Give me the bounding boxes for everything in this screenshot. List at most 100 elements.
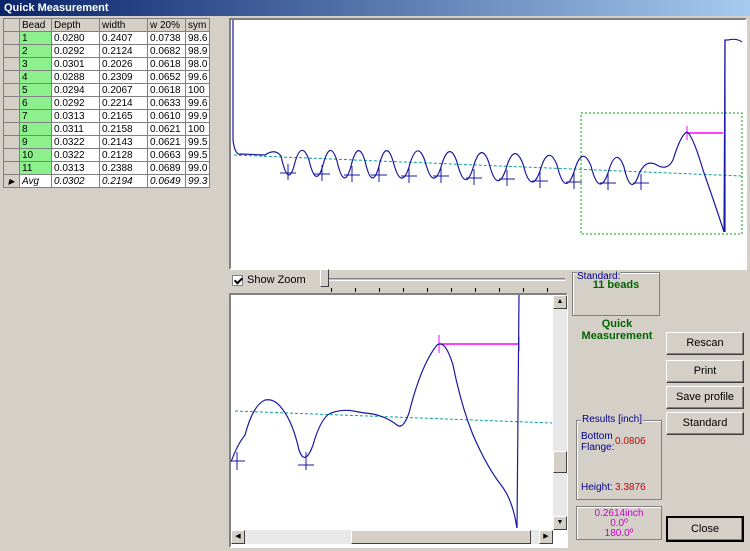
cell-sym[interactable]: 99.5	[185, 135, 210, 149]
cell-depth[interactable]: 0.0313	[51, 109, 100, 123]
cell-bead[interactable]: 11	[19, 161, 52, 175]
cell-bead[interactable]: 10	[19, 148, 52, 162]
row-selector[interactable]	[3, 57, 20, 71]
col-header-width[interactable]: width	[99, 18, 148, 32]
table-row[interactable]: 4 0.0288 0.2309 0.0652 99.6	[3, 70, 210, 84]
row-selector[interactable]	[3, 135, 20, 149]
cell-w20[interactable]: 0.0663	[147, 148, 186, 162]
close-button[interactable]: Close	[666, 516, 744, 542]
cell-w20[interactable]: 0.0633	[147, 96, 186, 110]
cell-sym[interactable]: 100	[185, 122, 210, 136]
scroll-left-button[interactable]: ◀	[231, 530, 245, 544]
cell-sym[interactable]: 99.9	[185, 109, 210, 123]
row-selector[interactable]	[3, 31, 20, 45]
cell-width[interactable]: 0.2143	[99, 135, 148, 149]
zoom-horizontal-scrollbar[interactable]: ◀ ▶	[231, 530, 553, 544]
cell-sym[interactable]: 99.5	[185, 148, 210, 162]
cell-w20[interactable]: 0.0610	[147, 109, 186, 123]
row-selector[interactable]	[3, 109, 20, 123]
print-button[interactable]: Print	[666, 360, 744, 383]
cell-width[interactable]: 0.2165	[99, 109, 148, 123]
row-selector[interactable]	[3, 70, 20, 84]
scroll-right-button[interactable]: ▶	[539, 530, 553, 544]
cell-width[interactable]: 0.2124	[99, 44, 148, 58]
table-row-average[interactable]: ▶ Avg 0.0302 0.2194 0.0649 99.3	[3, 174, 210, 188]
cell-bead[interactable]: 5	[19, 83, 52, 97]
cell-width[interactable]: 0.2214	[99, 96, 148, 110]
table-row[interactable]: 7 0.0313 0.2165 0.0610 99.9	[3, 109, 210, 123]
show-zoom-toggle[interactable]: Show Zoom	[232, 274, 306, 286]
cell-bead[interactable]: 3	[19, 57, 52, 71]
cell-bead[interactable]: 4	[19, 70, 52, 84]
scroll-h-thumb[interactable]	[351, 530, 531, 544]
cell-sym[interactable]: 99.0	[185, 161, 210, 175]
cell-sym[interactable]: 99.6	[185, 70, 210, 84]
cell-depth[interactable]: 0.0322	[51, 135, 100, 149]
cell-depth[interactable]: 0.0301	[51, 57, 100, 71]
cell-bead[interactable]: 9	[19, 135, 52, 149]
table-row[interactable]: 5 0.0294 0.2067 0.0618 100	[3, 83, 210, 97]
table-row[interactable]: 1 0.0280 0.2407 0.0738 98.6	[3, 31, 210, 45]
cell-bead[interactable]: 8	[19, 122, 52, 136]
cell-width[interactable]: 0.2067	[99, 83, 148, 97]
cell-depth[interactable]: 0.0292	[51, 44, 100, 58]
avg-cell-depth[interactable]: 0.0302	[51, 174, 100, 188]
cell-width[interactable]: 0.2128	[99, 148, 148, 162]
col-header-w20[interactable]: w 20%	[147, 18, 186, 32]
table-row[interactable]: 3 0.0301 0.2026 0.0618 98.0	[3, 57, 210, 71]
cell-depth[interactable]: 0.0280	[51, 31, 100, 45]
row-selector[interactable]	[3, 122, 20, 136]
cell-depth[interactable]: 0.0311	[51, 122, 100, 136]
cell-w20[interactable]: 0.0738	[147, 31, 186, 45]
row-selector[interactable]	[3, 83, 20, 97]
col-header-sym[interactable]: sym	[185, 18, 210, 32]
scroll-thumb[interactable]	[553, 451, 567, 473]
table-row[interactable]: 10 0.0322 0.2128 0.0663 99.5	[3, 148, 210, 162]
cell-bead[interactable]: 2	[19, 44, 52, 58]
cell-width[interactable]: 0.2407	[99, 31, 148, 45]
table-row[interactable]: 9 0.0322 0.2143 0.0621 99.5	[3, 135, 210, 149]
col-header-depth[interactable]: Depth	[51, 18, 100, 32]
profile-chart[interactable]	[229, 18, 747, 270]
cell-sym[interactable]: 98.9	[185, 44, 210, 58]
cell-w20[interactable]: 0.0621	[147, 122, 186, 136]
cell-depth[interactable]: 0.0313	[51, 161, 100, 175]
cell-bead[interactable]: 7	[19, 109, 52, 123]
scroll-down-button[interactable]: ▼	[553, 516, 567, 530]
cell-w20[interactable]: 0.0618	[147, 83, 186, 97]
cell-w20[interactable]: 0.0689	[147, 161, 186, 175]
cell-bead[interactable]: 1	[19, 31, 52, 45]
table-row[interactable]: 11 0.0313 0.2388 0.0689 99.0	[3, 161, 210, 175]
avg-cell-width[interactable]: 0.2194	[99, 174, 148, 188]
row-selector[interactable]	[3, 96, 20, 110]
cell-width[interactable]: 0.2309	[99, 70, 148, 84]
cell-width[interactable]: 0.2388	[99, 161, 148, 175]
cell-w20[interactable]: 0.0618	[147, 57, 186, 71]
cell-depth[interactable]: 0.0288	[51, 70, 100, 84]
row-selector[interactable]	[3, 148, 20, 162]
cell-sym[interactable]: 99.6	[185, 96, 210, 110]
cell-w20[interactable]: 0.0621	[147, 135, 186, 149]
cell-bead[interactable]: 6	[19, 96, 52, 110]
avg-cell-sym[interactable]: 99.3	[185, 174, 210, 188]
avg-cell-bead[interactable]: Avg	[19, 174, 52, 188]
zoom-slider-thumb[interactable]	[320, 269, 329, 287]
table-row[interactable]: 8 0.0311 0.2158 0.0621 100	[3, 122, 210, 136]
zoom-chart[interactable]: ▲ ▼ ◀ ▶	[229, 293, 568, 548]
cell-sym[interactable]: 98.0	[185, 57, 210, 71]
current-row-pointer-icon[interactable]: ▶	[3, 174, 20, 188]
scroll-up-button[interactable]: ▲	[553, 295, 567, 309]
cell-depth[interactable]: 0.0294	[51, 83, 100, 97]
table-row[interactable]: 6 0.0292 0.2214 0.0633 99.6	[3, 96, 210, 110]
cell-width[interactable]: 0.2158	[99, 122, 148, 136]
cell-depth[interactable]: 0.0292	[51, 96, 100, 110]
show-zoom-checkbox[interactable]	[232, 274, 243, 286]
cell-depth[interactable]: 0.0322	[51, 148, 100, 162]
cell-sym[interactable]: 100	[185, 83, 210, 97]
cell-w20[interactable]: 0.0682	[147, 44, 186, 58]
zoom-vertical-scrollbar[interactable]: ▲ ▼	[553, 295, 567, 530]
col-header-bead[interactable]: Bead	[19, 18, 52, 32]
rescan-button[interactable]: Rescan	[666, 332, 744, 355]
avg-cell-w20[interactable]: 0.0649	[147, 174, 186, 188]
cell-sym[interactable]: 98.6	[185, 31, 210, 45]
